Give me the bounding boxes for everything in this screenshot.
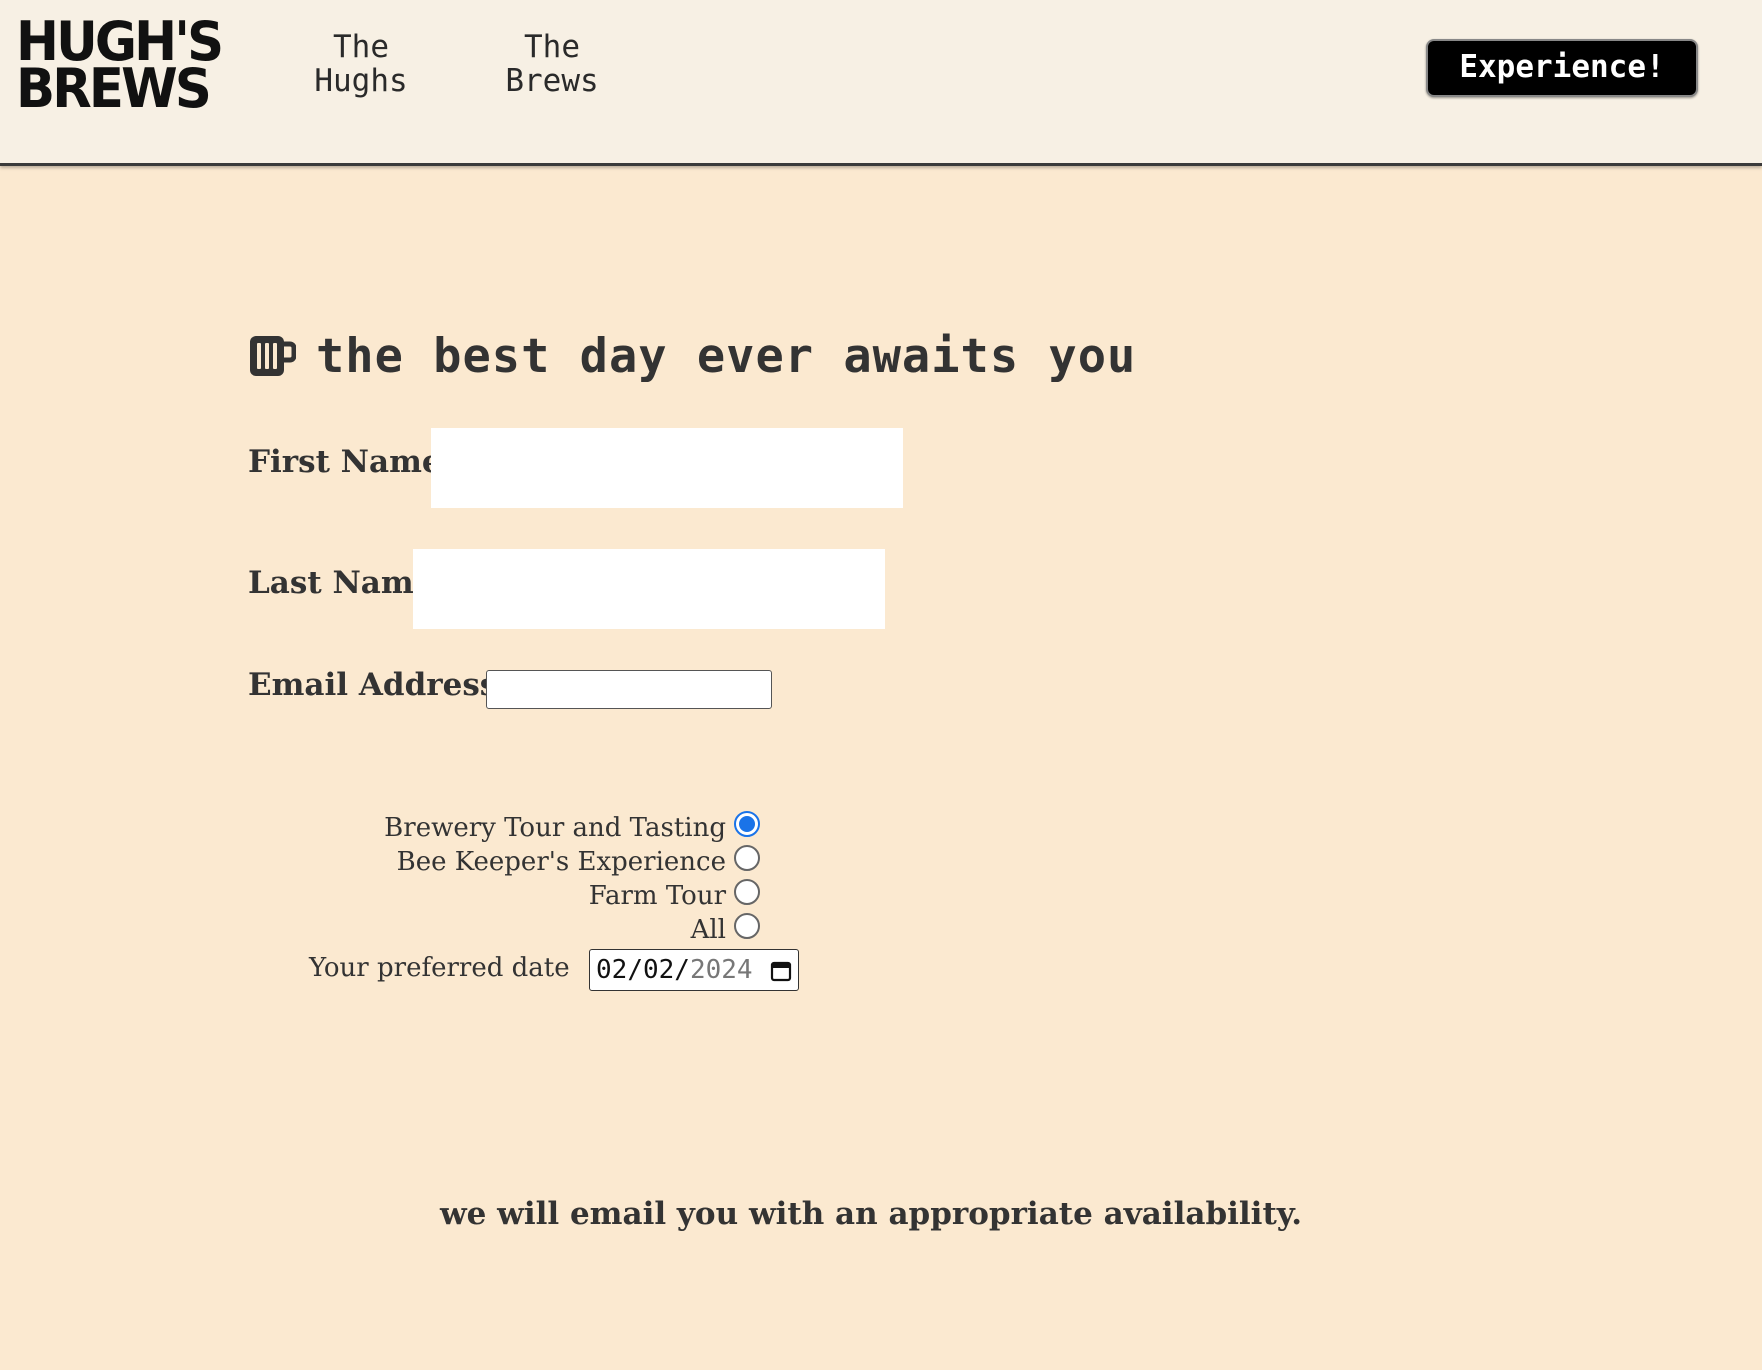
date-separator: / xyxy=(627,955,643,985)
preferred-date-input[interactable]: 02/02/2024 xyxy=(589,949,799,991)
radio-label: Bee Keeper's Experience xyxy=(396,847,726,877)
experience-button[interactable]: Experience! xyxy=(1426,39,1698,97)
date-separator: / xyxy=(674,955,690,985)
radio-button[interactable] xyxy=(734,845,760,871)
page-title: the best day ever awaits you xyxy=(316,328,1137,384)
first-name-label: First Name xyxy=(248,444,442,480)
radio-label: Farm Tour xyxy=(588,881,726,911)
radio-button[interactable] xyxy=(734,811,760,837)
experience-option-bee-keeper[interactable]: Bee Keeper's Experience xyxy=(396,845,760,878)
radio-label: Brewery Tour and Tasting xyxy=(384,813,726,843)
last-name-field[interactable] xyxy=(413,549,885,629)
beer-mug-icon xyxy=(250,336,296,376)
first-name-field[interactable] xyxy=(431,428,903,508)
radio-button[interactable] xyxy=(734,879,760,905)
experience-option-farm-tour[interactable]: Farm Tour xyxy=(588,879,760,912)
email-field[interactable] xyxy=(486,670,772,709)
experience-option-brewery-tour[interactable]: Brewery Tour and Tasting xyxy=(384,811,760,844)
site-header: HUGH'S BREWS The Hughs The Brews Experie… xyxy=(0,0,1762,166)
calendar-icon[interactable] xyxy=(770,960,792,982)
radio-label: All xyxy=(690,915,726,945)
availability-note: we will email you with an appropriate av… xyxy=(439,1196,1303,1232)
form-heading: the best day ever awaits you xyxy=(248,326,1136,386)
logo-line-2: BREWS xyxy=(16,57,212,121)
email-label: Email Address xyxy=(248,667,498,703)
date-year[interactable]: 2024 xyxy=(690,955,753,985)
nav-link-the-brews[interactable]: The Brews xyxy=(487,30,617,98)
date-day[interactable]: 02 xyxy=(643,955,674,985)
experience-option-all[interactable]: All xyxy=(690,913,760,946)
date-month[interactable]: 02 xyxy=(596,955,627,985)
preferred-date-label: Your preferred date xyxy=(309,953,570,983)
radio-button[interactable] xyxy=(734,913,760,939)
last-name-label: Last Name xyxy=(248,565,434,601)
hughs-brews-logo[interactable]: HUGH'S BREWS xyxy=(16,14,226,122)
nav-link-the-hughs[interactable]: The Hughs xyxy=(296,30,426,98)
